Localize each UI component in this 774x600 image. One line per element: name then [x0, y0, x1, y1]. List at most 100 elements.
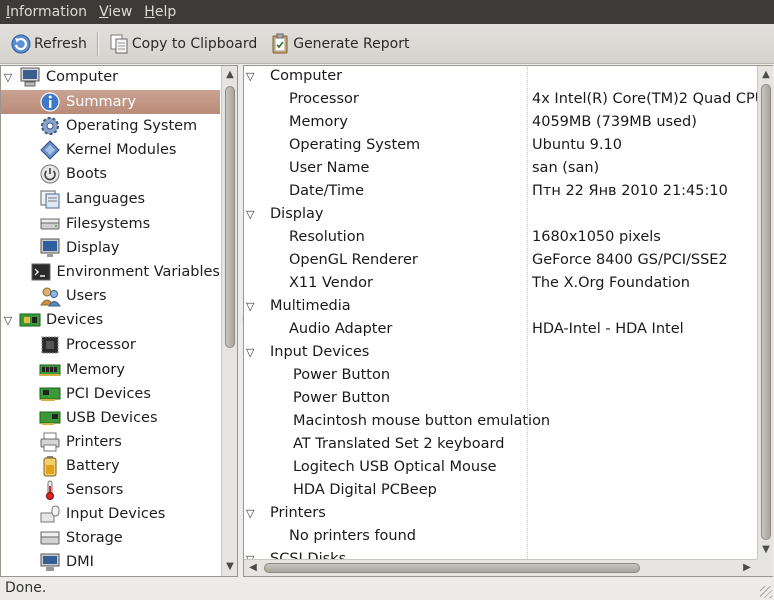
menu-information[interactable]: Information [0, 0, 93, 24]
scroll-up-arrow-icon[interactable]: ▲ [760, 69, 772, 81]
tree-item-boots[interactable]: Boots [1, 162, 220, 186]
scroll-right-arrow-icon[interactable]: ▶ [741, 562, 753, 574]
detail-row[interactable]: X11 Vendor The X.Org Foundation [244, 273, 756, 296]
collapse-arrow-icon[interactable]: ▽ [246, 70, 254, 83]
circuit-board-icon [19, 313, 41, 327]
section-row[interactable]: ▽ Multimedia [244, 296, 756, 319]
detail-value: 4x Intel(R) Core(TM)2 Quad CPU [532, 91, 766, 107]
detail-value: san (san) [532, 160, 600, 176]
tree-item-processor[interactable]: Processor [1, 333, 220, 357]
tree-item-operating-system[interactable]: Operating System [1, 114, 220, 138]
detail-row[interactable]: No printers found [244, 526, 756, 549]
details-vertical-scrollbar-thumb[interactable] [761, 84, 771, 540]
detail-key: Audio Adapter [289, 321, 393, 337]
tree-item-printers[interactable]: Printers [1, 430, 220, 454]
detail-key: X11 Vendor [289, 275, 373, 291]
tree-item-devices[interactable]: ▽ Devices [1, 308, 220, 332]
detail-row[interactable]: Date/Time Птн 22 Янв 2010 21:45:10 [244, 181, 756, 204]
section-header: Computer [270, 68, 343, 84]
detail-row[interactable]: Logitech USB Optical Mouse [244, 457, 756, 480]
dmi-computer-icon [40, 553, 60, 571]
detail-key: Power Button [293, 390, 391, 406]
section-row[interactable]: ▽ Printers [244, 503, 756, 526]
tree-item-pci-devices[interactable]: PCI Devices [1, 382, 220, 406]
detail-key: Date/Time [289, 183, 365, 199]
refresh-button[interactable]: Refresh [6, 29, 91, 59]
detail-value: GeForce 8400 GS/PCI/SSE2 [532, 252, 728, 268]
detail-row[interactable]: AT Translated Set 2 keyboard [244, 434, 756, 457]
detail-key: Memory [289, 114, 348, 130]
section-row[interactable]: ▽ SCSI Disks [244, 549, 756, 559]
tree-item-filesystems[interactable]: Filesystems [1, 212, 220, 236]
detail-key: Power Button [293, 367, 391, 383]
details-horizontal-scrollbar[interactable]: ◀ ▶ [244, 559, 757, 576]
menu-help[interactable]: Help [138, 0, 182, 24]
tree-item-dmi[interactable]: DMI [1, 550, 220, 574]
detail-row[interactable]: Memory 4059MB (739MB used) [244, 112, 756, 135]
section-row[interactable]: ▽ Input Devices [244, 342, 756, 365]
resize-grip-icon[interactable] [760, 586, 772, 598]
collapse-arrow-icon[interactable]: ▽ [246, 346, 254, 359]
detail-row[interactable]: HDA Digital PCBeep [244, 480, 756, 503]
scroll-down-arrow-icon[interactable]: ▼ [760, 544, 772, 556]
copy-to-clipboard-label: Copy to Clipboard [131, 35, 258, 52]
scroll-left-arrow-icon[interactable]: ◀ [247, 562, 259, 574]
detail-key: Logitech USB Optical Mouse [293, 459, 497, 475]
detail-row[interactable]: Audio Adapter HDA-Intel - HDA Intel [244, 319, 756, 342]
tree-item-kernel-modules[interactable]: Kernel Modules [1, 138, 220, 162]
generate-report-label: Generate Report [293, 35, 410, 52]
kernel-module-icon [40, 140, 60, 160]
detail-key: Macintosh mouse button emulation [293, 413, 551, 429]
scroll-down-arrow-icon[interactable]: ▼ [224, 561, 236, 573]
details-horizontal-scrollbar-thumb[interactable] [264, 563, 640, 573]
scroll-up-arrow-icon[interactable]: ▲ [224, 69, 236, 81]
detail-row[interactable]: User Name san (san) [244, 158, 756, 181]
detail-row[interactable]: Operating System Ubuntu 9.10 [244, 135, 756, 158]
tree-item-summary[interactable]: Summary [1, 90, 220, 114]
tree-scrollbar[interactable]: ▲ ▼ [221, 66, 237, 576]
tree-item-computer[interactable]: ▽ Computer [1, 65, 220, 89]
tree-item-battery[interactable]: Battery [1, 454, 220, 478]
tree-scrollbar-thumb[interactable] [225, 86, 235, 348]
detail-key: Operating System [289, 137, 421, 153]
menu-view[interactable]: View [93, 0, 138, 24]
detail-row[interactable]: Power Button [244, 365, 756, 388]
detail-key: Processor [289, 91, 359, 107]
terminal-icon [31, 263, 51, 281]
toolbar-separator [96, 31, 98, 56]
collapse-arrow-icon[interactable]: ▽ [246, 208, 254, 221]
detail-row[interactable]: Macintosh mouse button emulation [244, 411, 756, 434]
printer-icon [40, 432, 60, 452]
details-vertical-scrollbar[interactable]: ▲ ▼ [757, 66, 773, 559]
tree-item-users[interactable]: Users [1, 284, 220, 308]
collapse-arrow-icon[interactable]: ▽ [246, 507, 254, 520]
tree-item-sensors[interactable]: Sensors [1, 478, 220, 502]
collapse-arrow-icon[interactable]: ▽ [1, 70, 15, 84]
users-icon [40, 287, 61, 307]
tree-item-input-devices[interactable]: Input Devices [1, 502, 220, 526]
section-row[interactable]: ▽ Computer [244, 66, 756, 89]
tree-item-display[interactable]: Display [1, 236, 220, 260]
generate-report-button[interactable]: Generate Report [265, 29, 413, 59]
section-row[interactable]: ▽ Display [244, 204, 756, 227]
detail-row[interactable]: Power Button [244, 388, 756, 411]
tree-item-storage[interactable]: Storage [1, 526, 220, 550]
power-icon [40, 164, 60, 184]
memory-module-icon [39, 364, 61, 376]
detail-value: Ubuntu 9.10 [532, 137, 622, 153]
tree-item-usb-devices[interactable]: USB Devices [1, 406, 220, 430]
collapse-arrow-icon[interactable]: ▽ [1, 313, 15, 327]
section-header: Display [270, 206, 324, 222]
languages-icon [40, 190, 60, 209]
detail-row[interactable]: OpenGL Renderer GeForce 8400 GS/PCI/SSE2 [244, 250, 756, 273]
tree-item-languages[interactable]: Languages [1, 187, 220, 211]
menu-bar: Information View Help [0, 0, 774, 24]
collapse-arrow-icon[interactable]: ▽ [246, 300, 254, 313]
detail-row[interactable]: Processor 4x Intel(R) Core(TM)2 Quad CPU [244, 89, 765, 112]
tree-item-environment-variables[interactable]: Environment Variables [1, 260, 220, 284]
detail-row[interactable]: Resolution 1680x1050 pixels [244, 227, 756, 250]
tree-item-memory[interactable]: Memory [1, 358, 220, 382]
section-header: Printers [270, 505, 326, 521]
computer-icon [20, 67, 40, 87]
copy-to-clipboard-button[interactable]: Copy to Clipboard [104, 29, 261, 59]
